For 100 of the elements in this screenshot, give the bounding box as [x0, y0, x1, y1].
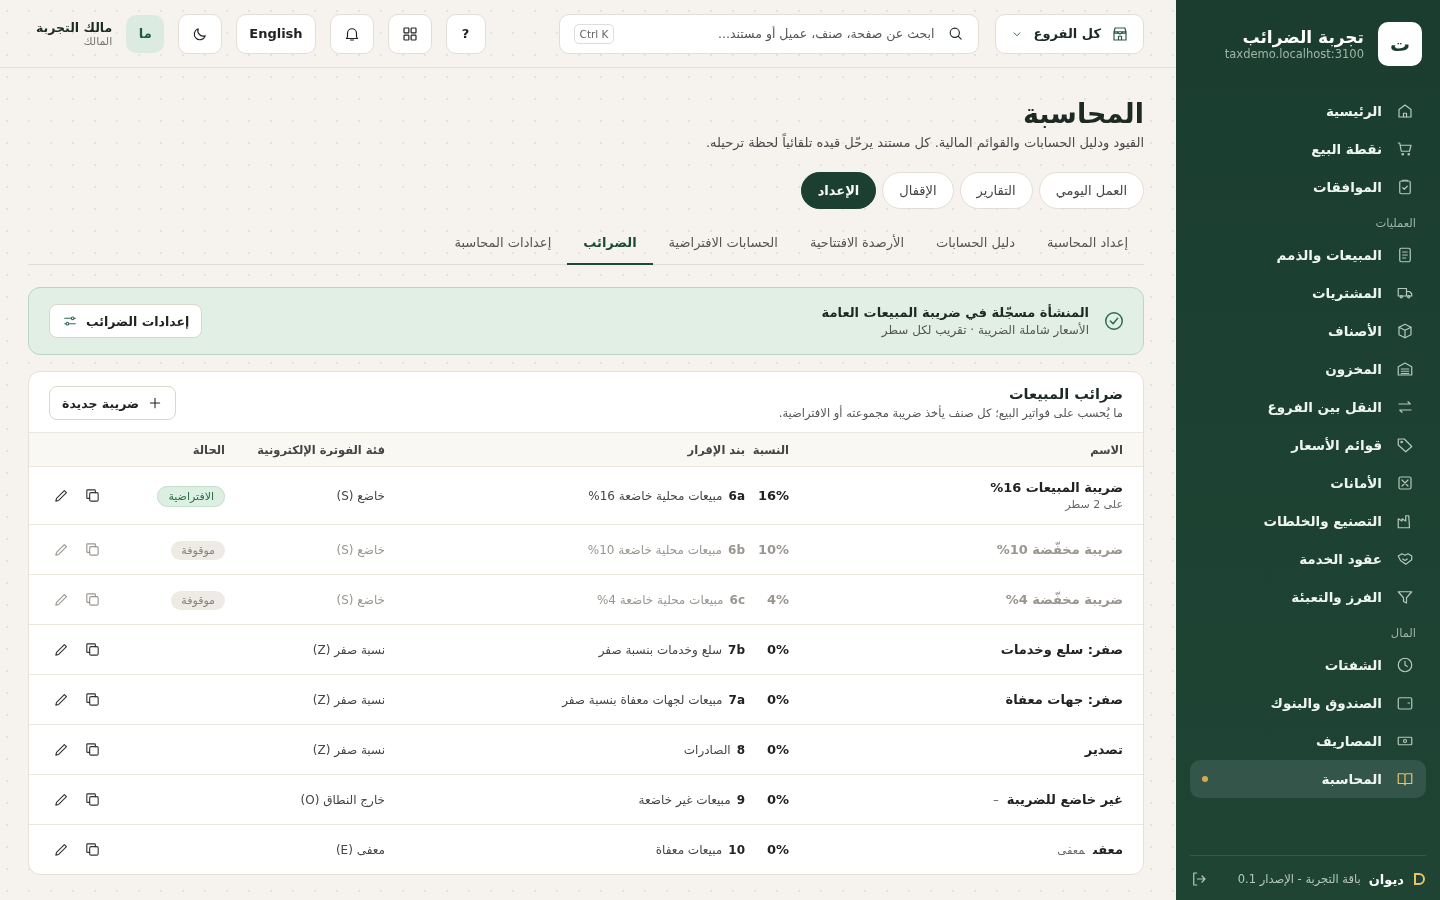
nav-item[interactable]: المشتريات: [1190, 274, 1426, 312]
tax-settings-button[interactable]: إعدادات الضرائب: [49, 304, 203, 338]
return-box-label: مبيعات محلية خاضعة 4%: [596, 592, 724, 607]
org-host: taxdemo.localhost:3100: [1224, 47, 1364, 61]
nav-item[interactable]: عقود الخدمة: [1190, 540, 1426, 578]
duplicate-button[interactable]: [84, 741, 101, 758]
return-box-label: مبيعات محلية خاضعة 16%: [588, 488, 723, 503]
x-square-icon: [1396, 474, 1414, 492]
tab[interactable]: الحسابات الافتراضية: [652, 223, 794, 265]
nav-item[interactable]: قوائم الأسعار: [1190, 426, 1426, 464]
tab[interactable]: إعدادات المحاسبة: [438, 223, 568, 265]
nav-item[interactable]: المخزون: [1190, 350, 1426, 388]
clock-icon: [1396, 656, 1414, 674]
nav-item[interactable]: الأصناف: [1190, 312, 1426, 350]
column-header: الحالة: [191, 442, 225, 457]
nav-item[interactable]: الشفتات: [1190, 646, 1426, 684]
tag-icon: [1396, 436, 1414, 454]
nav-item[interactable]: الرئيسية: [1190, 92, 1426, 130]
page-subtitle: القيود ودليل الحسابات والقوائم المالية. كل مستند يرحّل قيده تلقائياً لحظة ترحيله.: [704, 135, 1144, 150]
column-header: بند الإقرار: [686, 442, 745, 457]
new-tax-button[interactable]: ضريبة جديدة: [49, 386, 177, 420]
pencil-icon: [53, 741, 70, 758]
tax-note: معفى: [1057, 843, 1085, 857]
brand-name: ديوان: [1368, 871, 1404, 887]
copy-icon: [84, 841, 101, 858]
einvoice-category: نسبة صفر (Z): [311, 692, 385, 707]
duplicate-button[interactable]: [84, 641, 101, 658]
nav-item[interactable]: الفرز والتعبئة: [1190, 578, 1426, 616]
logout-icon[interactable]: [1190, 870, 1208, 888]
column-header: الاسم: [1089, 442, 1123, 457]
active-dot: [1202, 776, 1208, 782]
wallet-icon: [1396, 694, 1414, 712]
section-pill[interactable]: التقارير: [959, 172, 1033, 209]
tab[interactable]: الأرصدة الافتتاحية: [793, 223, 921, 265]
return-box-label: الصادرات: [683, 742, 731, 757]
duplicate-button[interactable]: [84, 691, 101, 708]
user-name: مالك التجربة: [36, 19, 113, 35]
copy-icon: [84, 591, 101, 608]
tab[interactable]: دليل الحسابات: [920, 223, 1032, 265]
tab[interactable]: إعداد المحاسبة: [1031, 223, 1144, 265]
nav-item[interactable]: الموافقات: [1190, 168, 1426, 206]
nav-item[interactable]: الأمانات: [1190, 464, 1426, 502]
document-icon: [1396, 246, 1414, 264]
pencil-icon: [53, 641, 70, 658]
notifications-button[interactable]: [329, 13, 374, 54]
language-button[interactable]: English: [236, 13, 316, 54]
status-badge: الافتراضية: [157, 485, 225, 507]
store-icon: [1111, 24, 1129, 43]
edit-button[interactable]: [53, 791, 70, 808]
tax-rate: 16%: [756, 488, 789, 503]
edit-button[interactable]: [53, 691, 70, 708]
nav-item[interactable]: المحاسبة: [1190, 760, 1426, 798]
section-pill[interactable]: الإقفال: [882, 172, 954, 209]
nav-item[interactable]: نقطة البيع: [1190, 130, 1426, 168]
duplicate-button[interactable]: [84, 487, 101, 504]
nav-section-label: المال: [1389, 625, 1417, 642]
branch-select[interactable]: كل الفروع: [994, 13, 1144, 54]
search-input[interactable]: ابحث عن صفحة، صنف، عميل أو مستند...: [624, 25, 937, 42]
tax-rate: 0%: [765, 642, 789, 657]
return-box-code: 6c: [729, 592, 745, 607]
edit-button[interactable]: [53, 641, 70, 658]
duplicate-button[interactable]: [84, 791, 101, 808]
help-button[interactable]: ?: [445, 13, 486, 54]
edit-button[interactable]: [53, 741, 70, 758]
sliders-icon: [62, 313, 78, 329]
einvoice-category: نسبة صفر (Z): [311, 642, 385, 657]
user-avatar[interactable]: ما: [126, 14, 165, 53]
section-pill[interactable]: العمل اليومي: [1038, 172, 1144, 209]
plan-version: باقة التجربة - الإصدار 0.1: [1237, 872, 1361, 886]
nav-item[interactable]: التصنيع والخلطات: [1190, 502, 1426, 540]
edit-button[interactable]: [53, 487, 70, 504]
card-subtitle: ما يُحسب على فواتير البيع؛ كل صنف يأخذ ضريبة مجموعته أو الافتراضية.: [778, 406, 1123, 420]
column-header: فئة الفوترة الإلكترونية: [256, 442, 385, 457]
status-badge: موقوفة: [171, 590, 225, 610]
nav-item[interactable]: المبيعات والذمم: [1190, 236, 1426, 274]
tab[interactable]: الضرائب: [567, 223, 653, 265]
logout-icon-drawing: [1190, 870, 1208, 888]
return-box-code: 7b: [728, 642, 745, 657]
duplicate-button[interactable]: [84, 841, 101, 858]
apps-button[interactable]: [387, 13, 432, 54]
brand-icon: [1412, 872, 1426, 886]
tax-rate: 0%: [765, 792, 789, 807]
tax-name: ضريبة مخفّضة 4%: [1005, 592, 1123, 607]
copy-icon: [84, 741, 101, 758]
nav-item[interactable]: النقل بين الفروع: [1190, 388, 1426, 426]
return-box-label: مبيعات لجهات معفاة بنسبة صفر: [562, 692, 723, 707]
pencil-icon: [53, 791, 70, 808]
tax-rate: 0%: [765, 692, 789, 707]
return-box-label: سلع وخدمات بنسبة صفر: [598, 642, 723, 657]
nav-item[interactable]: الصندوق والبنوك: [1190, 684, 1426, 722]
user-role: المالك: [82, 34, 113, 48]
warehouse-icon: [1396, 360, 1414, 378]
einvoice-category: خارج النطاق (O): [299, 792, 385, 807]
nav-item[interactable]: المصاريف: [1190, 722, 1426, 760]
edit-button[interactable]: [53, 841, 70, 858]
return-box-label: مبيعات غير خاضعة: [638, 792, 731, 807]
page-title: المحاسبة: [1021, 98, 1144, 129]
section-pill[interactable]: الإعداد: [800, 172, 877, 209]
tax-name: ضريبة مخفّضة 10%: [996, 542, 1123, 557]
theme-button[interactable]: [178, 13, 223, 54]
